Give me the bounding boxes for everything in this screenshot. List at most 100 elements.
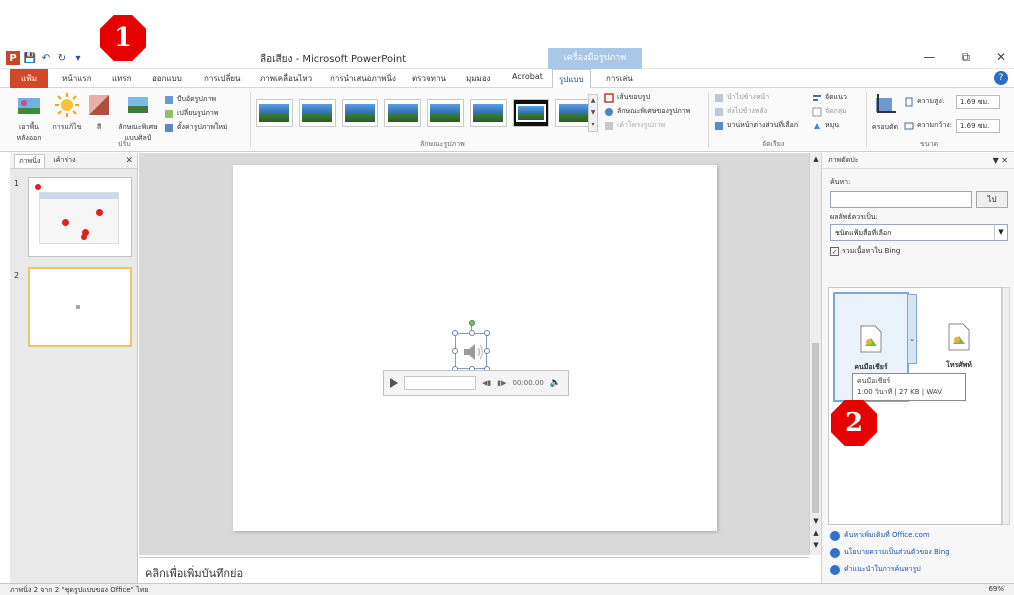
- compress-pictures-button[interactable]: บีบอัดรูปภาพ: [164, 94, 216, 105]
- seek-forward-icon[interactable]: ▮▶: [497, 379, 506, 387]
- undo-icon[interactable]: ↶: [40, 52, 52, 64]
- restore-icon[interactable]: ⧉: [961, 50, 970, 65]
- clip-dropdown-icon[interactable]: ⌄: [907, 294, 917, 364]
- globe-icon: [830, 547, 840, 558]
- width-label: ความกว้าง:: [904, 120, 952, 131]
- ribbon-separator: [866, 92, 867, 148]
- audio-file-icon: [948, 323, 970, 351]
- tab-home[interactable]: หน้าแรก: [62, 72, 92, 85]
- picture-layout-button[interactable]: เค้าโครงรูปภาพ: [604, 120, 665, 131]
- tab-insert[interactable]: แทรก: [112, 72, 132, 85]
- picture-tools-context-title: เครื่องมือรูปภาพ: [548, 48, 642, 69]
- width-field[interactable]: 1.69 ซม.: [956, 119, 1000, 133]
- audio-object[interactable]: [452, 320, 490, 372]
- picture-style-thumb[interactable]: [469, 99, 507, 127]
- height-label: ความสูง:: [904, 96, 944, 107]
- resize-handle[interactable]: [452, 330, 458, 336]
- color-button[interactable]: สี: [86, 92, 112, 133]
- remove-background-button[interactable]: เอาพื้นหลังออก: [14, 92, 44, 144]
- picture-style-thumb[interactable]: [256, 99, 293, 127]
- close-pane-icon[interactable]: ✕: [125, 156, 133, 166]
- picture-style-thumb[interactable]: [384, 99, 421, 127]
- tab-view[interactable]: มุมมอง: [466, 72, 491, 85]
- crop-button[interactable]: ครอบตัด: [870, 92, 900, 133]
- audio-progress-bar[interactable]: [404, 376, 476, 390]
- bring-forward-button[interactable]: นำไปข้างหน้า: [714, 92, 769, 103]
- bing-privacy-link[interactable]: นโยบายความเป็นส่วนตัวของ Bing: [830, 547, 950, 558]
- pane-options-icon[interactable]: ▼ ✕: [993, 156, 1008, 165]
- tab-slideshow[interactable]: การนำเสนอภาพนิ่ง: [330, 72, 396, 85]
- audio-time: 00:00.00: [512, 379, 544, 387]
- resize-handle[interactable]: [484, 330, 490, 336]
- seek-back-icon[interactable]: ◀▮: [482, 379, 491, 387]
- tab-review[interactable]: ตรวจทาน: [412, 72, 446, 85]
- resize-handle[interactable]: [452, 348, 458, 354]
- slide-vertical-scrollbar[interactable]: ▲ ▼ ▲ ▼: [809, 153, 821, 555]
- group-button[interactable]: จัดกลุ่ม: [812, 106, 847, 117]
- send-backward-button[interactable]: ส่งไปข้างหลัง: [714, 106, 767, 117]
- artistic-effects-button[interactable]: ลักษณะพิเศษแบบศิลป์: [116, 92, 160, 144]
- reset-picture-button[interactable]: ตั้งค่ารูปภาพใหม่: [164, 122, 228, 133]
- search-tips-link[interactable]: คำแนะนำในการค้นหารูป: [830, 564, 921, 575]
- size-group-label: ขนาด: [920, 140, 939, 148]
- media-type-select[interactable]: ชนิดแฟ้มสื่อที่เลือก ▼: [830, 224, 1008, 241]
- help-icon[interactable]: ?: [994, 71, 1008, 85]
- powerpoint-logo-icon[interactable]: P: [6, 51, 20, 65]
- tab-outline[interactable]: เค้าร่าง: [49, 154, 79, 167]
- find-more-office-link[interactable]: ค้นหาเพิ่มเติมที่ Office.com: [830, 530, 930, 541]
- zoom-level[interactable]: 69%: [988, 585, 1004, 593]
- align-button[interactable]: จัดแนว: [812, 92, 847, 103]
- play-icon[interactable]: [390, 378, 398, 388]
- tab-animations[interactable]: ภาพเคลื่อนไหว: [260, 72, 312, 85]
- picture-border-button[interactable]: เส้นขอบรูป: [604, 92, 650, 103]
- clip-art-header: ภาพตัดปะ ▼ ✕: [822, 153, 1014, 169]
- go-button[interactable]: ไป: [976, 191, 1008, 208]
- picture-border-icon: [604, 92, 614, 103]
- slide-thumbnail-2[interactable]: [28, 267, 132, 347]
- tab-design[interactable]: ออกแบบ: [152, 72, 182, 85]
- gallery-scroll[interactable]: ▲ ▼ ▾: [588, 94, 598, 132]
- resize-handle[interactable]: [469, 330, 475, 336]
- status-bar: ภาพนิ่ง 2 จาก 2 "ชุดรูปแบบของ Office" ไท…: [0, 583, 1014, 595]
- volume-icon[interactable]: 🔈: [550, 378, 561, 388]
- tab-file[interactable]: แฟ้ม: [10, 69, 48, 88]
- quick-access-toolbar: P 💾 ↶ ↻ ▾: [6, 51, 84, 65]
- slide-thumbnail-1[interactable]: [28, 177, 132, 257]
- tab-acrobat[interactable]: Acrobat: [512, 72, 543, 81]
- window-title: ลือเสียง - Microsoft PowerPoint: [260, 54, 407, 65]
- crop-icon: [876, 94, 896, 113]
- selection-pane-button[interactable]: บานหน้าต่างส่วนที่เลือก: [714, 120, 798, 131]
- rotate-icon: [814, 122, 820, 129]
- tab-playback[interactable]: การเล่น: [606, 72, 633, 85]
- picture-style-thumb[interactable]: [427, 99, 464, 127]
- rotate-button[interactable]: หมุน: [812, 120, 839, 131]
- scrollbar-thumb[interactable]: [812, 343, 819, 513]
- tab-slides[interactable]: ภาพนิ่ง: [14, 153, 46, 168]
- include-bing-checkbox[interactable]: ✓ รวมเนื้อหาใน Bing: [830, 246, 900, 257]
- clip-search-input[interactable]: [830, 191, 972, 208]
- minimize-icon[interactable]: —: [923, 50, 935, 65]
- close-icon[interactable]: ✕: [996, 50, 1006, 65]
- rotate-handle[interactable]: [469, 320, 475, 326]
- customize-qat-icon[interactable]: ▾: [72, 52, 84, 64]
- height-field[interactable]: 1.69 ซม.: [956, 95, 1000, 109]
- tab-format[interactable]: รูปแบบ: [552, 69, 591, 89]
- picture-style-thumb[interactable]: [555, 99, 592, 127]
- picture-style-thumb[interactable]: [341, 99, 379, 127]
- picture-effects-button[interactable]: ลักษณะพิเศษของรูปภาพ: [604, 106, 690, 117]
- tab-transitions[interactable]: การเปลี่ยน: [204, 72, 241, 85]
- picture-style-thumb[interactable]: [512, 99, 550, 127]
- picture-style-thumb[interactable]: [298, 99, 336, 127]
- bring-forward-icon: [715, 93, 723, 102]
- slides-pane-tabs: ภาพนิ่ง เค้าร่าง ✕: [10, 153, 137, 169]
- styles-group-label: ลักษณะรูปภาพ: [420, 140, 465, 148]
- results-scrollbar[interactable]: [1002, 287, 1010, 525]
- slide-canvas[interactable]: ◀▮ ▮▶ 00:00.00 🔈: [233, 165, 717, 531]
- change-picture-button[interactable]: เปลี่ยนรูปภาพ: [164, 108, 218, 119]
- save-icon[interactable]: 💾: [24, 52, 36, 64]
- redo-icon[interactable]: ↻: [56, 52, 68, 64]
- corrections-button[interactable]: การแก้ไข: [52, 92, 82, 133]
- checkbox-checked-icon: ✓: [830, 247, 839, 256]
- compress-icon: [165, 95, 173, 104]
- notes-pane[interactable]: คลิกเพื่อเพิ่มบันทึกย่อ: [139, 557, 809, 583]
